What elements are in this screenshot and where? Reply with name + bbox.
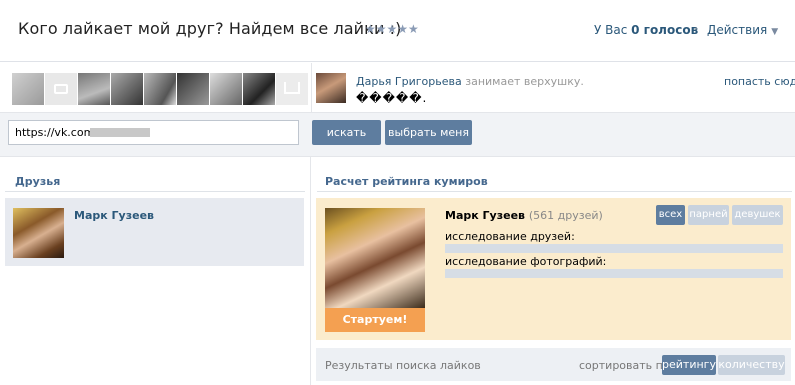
divider <box>317 191 792 192</box>
rating-title: Расчет рейтинга кумиров <box>325 175 488 188</box>
chevron-down-icon: ▼ <box>771 27 779 37</box>
friend-thumbnail[interactable] <box>45 73 77 105</box>
divider <box>311 63 312 113</box>
study-photos-progress <box>445 269 783 278</box>
friends-title: Друзья <box>15 175 61 188</box>
divider <box>5 191 305 192</box>
friend-thumbnail[interactable] <box>144 73 176 105</box>
app-header: Кого лайкает мой друг? Найдем все лайки … <box>0 0 795 62</box>
results-label: Результаты поиска лайков <box>325 359 481 372</box>
winner-status: �����. <box>356 91 428 105</box>
actions-label: Действия <box>707 23 768 37</box>
sort-label: сортировать по <box>579 359 670 372</box>
idol-card: Стартуем! Марк Гузеев (561 друзей) всех … <box>316 198 791 340</box>
friend-thumbnail[interactable] <box>210 73 242 105</box>
sort-by-count-button[interactable]: количеству <box>718 355 785 375</box>
friend-thumbnail[interactable] <box>12 73 44 105</box>
friend-thumbnail[interactable] <box>243 73 275 105</box>
page-title: Кого лайкает мой друг? Найдем все лайки … <box>18 19 402 38</box>
idol-name: Марк Гузеев (561 друзей) <box>445 209 603 222</box>
votes-prefix: У Вас <box>594 23 628 37</box>
filter-all-button[interactable]: всех <box>656 205 685 225</box>
votes-link[interactable]: У Вас 0 голосов <box>594 23 698 37</box>
study-photos-label: исследование фотографий: <box>445 255 607 268</box>
top-friends-strip: Дарья Григорьева занимает верхушку. ����… <box>0 63 795 113</box>
redacted-url-part <box>90 128 150 137</box>
avatar[interactable] <box>13 208 64 258</box>
winner-avatar[interactable] <box>316 73 346 103</box>
list-item[interactable]: Марк Гузеев <box>5 198 304 266</box>
actions-menu[interactable]: Действия ▼ <box>707 23 778 37</box>
idol-name-text: Марк Гузеев <box>445 209 525 222</box>
rating-stars-icon[interactable]: ★★★★★ <box>365 22 419 36</box>
search-button[interactable]: искать <box>312 120 381 145</box>
filter-guys-button[interactable]: парней <box>688 205 729 225</box>
separator-dot: · <box>694 22 698 36</box>
results-bar: Результаты поиска лайков сортировать по … <box>316 348 791 381</box>
sort-by-rating-button[interactable]: рейтингу <box>662 355 716 375</box>
cart-icon <box>284 82 300 94</box>
friend-thumbnails <box>12 73 308 105</box>
idol-rating-panel: Расчет рейтинга кумиров Стартуем! Марк Г… <box>312 157 795 385</box>
get-there-link[interactable]: попасть сюда <box>724 75 795 88</box>
idol-friends-count: (561 друзей) <box>528 209 603 222</box>
friend-thumbnail[interactable] <box>111 73 143 105</box>
start-button[interactable]: Стартуем! <box>325 308 425 332</box>
camera-icon <box>54 84 68 94</box>
filter-girls-button[interactable]: девушек <box>732 205 783 225</box>
friend-thumbnail[interactable] <box>78 73 110 105</box>
idol-photo <box>325 208 425 308</box>
friend-name-link[interactable]: Марк Гузеев <box>74 209 154 222</box>
votes-count: 0 голосов <box>631 23 699 37</box>
winner-name-link[interactable]: Дарья Григорьева <box>356 75 462 88</box>
profile-url-input[interactable] <box>8 120 299 145</box>
winner-text: занимает верхушку. <box>465 75 584 88</box>
winner-line: Дарья Григорьева занимает верхушку. <box>356 75 584 88</box>
study-friends-label: исследование друзей: <box>445 230 575 243</box>
pick-me-button[interactable]: выбрать меня <box>385 120 472 145</box>
friend-thumbnail[interactable] <box>276 73 308 105</box>
study-friends-progress <box>445 244 783 253</box>
friend-thumbnail[interactable] <box>177 73 209 105</box>
friends-panel: Друзья Марк Гузеев <box>0 157 311 385</box>
